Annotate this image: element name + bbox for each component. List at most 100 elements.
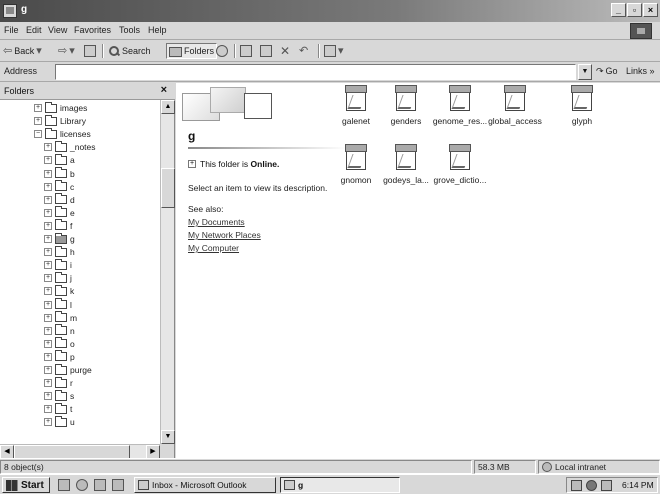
mail-icon[interactable]: [601, 479, 612, 491]
folder-tree-item[interactable]: + n: [44, 324, 75, 337]
scroll-right-button[interactable]: ▶: [146, 445, 160, 459]
expand-icon[interactable]: +: [44, 208, 52, 217]
my-computer-link[interactable]: My Computer: [188, 243, 239, 253]
menu-view[interactable]: View: [48, 25, 67, 35]
folder-tree-item[interactable]: + j: [44, 271, 72, 284]
expand-icon[interactable]: +: [44, 248, 52, 257]
folder-tree-item[interactable]: + i: [44, 258, 72, 271]
folder-tree-vertical-scrollbar[interactable]: ▲ ▼: [160, 100, 175, 444]
folder-tree-item[interactable]: + m: [44, 311, 77, 324]
scroll-down-button[interactable]: ▼: [161, 430, 175, 444]
address-input[interactable]: [55, 64, 576, 80]
expand-icon[interactable]: +: [44, 418, 52, 427]
expand-icon[interactable]: +: [44, 392, 52, 401]
expand-icon[interactable]: +: [44, 221, 52, 230]
folder-tree-item[interactable]: + b: [44, 167, 75, 180]
folder-tree-item[interactable]: + _notes: [44, 140, 96, 153]
go-button[interactable]: ↷ Go: [596, 66, 618, 77]
expand-icon[interactable]: +: [44, 274, 52, 283]
expand-icon[interactable]: +: [44, 313, 52, 322]
forward-dropdown-icon[interactable]: ▾: [69, 45, 75, 57]
folder-tree-item[interactable]: + g: [44, 232, 75, 245]
menu-help[interactable]: Help: [148, 25, 167, 35]
folder-tree-item[interactable]: + o: [44, 337, 75, 350]
file-item[interactable]: global_access: [480, 85, 550, 135]
back-dropdown-icon[interactable]: ▾: [36, 45, 42, 57]
expand-icon[interactable]: +: [44, 235, 52, 243]
internet-explorer-icon[interactable]: [76, 479, 88, 491]
expand-icon[interactable]: +: [44, 366, 52, 374]
folder-tree-item[interactable]: + f: [44, 219, 72, 232]
expand-icon[interactable]: +: [34, 104, 42, 112]
folder-tree-item[interactable]: + s: [44, 389, 74, 402]
menu-file[interactable]: File: [4, 25, 19, 35]
expand-icon[interactable]: +: [44, 352, 52, 361]
antivirus-icon[interactable]: [586, 479, 597, 491]
folder-tree-item[interactable]: + purge: [44, 363, 92, 376]
close-button[interactable]: ×: [643, 3, 658, 17]
my-documents-link[interactable]: My Documents: [188, 217, 245, 227]
expand-icon[interactable]: +: [44, 339, 52, 348]
expand-icon[interactable]: +: [44, 300, 52, 309]
folder-tree-item[interactable]: + r: [44, 376, 73, 389]
expand-icon[interactable]: +: [44, 182, 52, 191]
minimize-button[interactable]: _: [611, 3, 626, 17]
links-button[interactable]: Links »: [626, 66, 655, 76]
folder-tree-item[interactable]: + h: [44, 245, 75, 258]
media-player-icon[interactable]: [112, 479, 124, 491]
forward-button[interactable]: ⇨ ▾: [58, 43, 75, 59]
file-item[interactable]: glyph: [547, 85, 617, 135]
network-icon[interactable]: [571, 479, 582, 491]
expand-icon[interactable]: +: [44, 287, 52, 296]
folders-button[interactable]: Folders: [166, 43, 218, 59]
scroll-up-button[interactable]: ▲: [161, 100, 175, 114]
delete-button[interactable]: ✕: [280, 43, 290, 59]
expand-icon[interactable]: +: [44, 169, 52, 178]
folder-tree-item[interactable]: + k: [44, 284, 74, 297]
my-network-places-link[interactable]: My Network Places: [188, 230, 261, 240]
folder-tree-item[interactable]: + d: [44, 193, 75, 206]
taskbar-explorer-button[interactable]: g: [280, 477, 400, 493]
copy-to-button[interactable]: [260, 43, 272, 59]
expand-icon[interactable]: +: [44, 326, 52, 335]
folder-tree-item[interactable]: + a: [44, 153, 75, 166]
address-dropdown-button[interactable]: ▼: [578, 64, 592, 80]
folder-tree-item[interactable]: + c: [44, 180, 74, 193]
folder-tree-horizontal-scrollbar[interactable]: ◀ ▶: [0, 444, 160, 459]
folder-tree-item[interactable]: + p: [44, 350, 75, 363]
undo-button[interactable]: ↶: [299, 43, 308, 59]
expand-icon[interactable]: −: [34, 130, 42, 139]
folder-tree-item[interactable]: + u: [44, 415, 75, 428]
expand-icon[interactable]: +: [44, 405, 52, 414]
scroll-left-button[interactable]: ◀: [0, 445, 14, 459]
views-button[interactable]: ▾: [324, 43, 344, 59]
expand-icon[interactable]: +: [44, 195, 52, 204]
search-button[interactable]: Search: [108, 43, 151, 59]
expand-icon[interactable]: +: [44, 156, 52, 165]
outlook-icon[interactable]: [94, 479, 106, 491]
move-to-button[interactable]: [240, 43, 252, 59]
history-button[interactable]: [216, 43, 228, 59]
menu-edit[interactable]: Edit: [26, 25, 42, 35]
taskbar-outlook-button[interactable]: Inbox - Microsoft Outlook: [134, 477, 276, 493]
folder-tree-item[interactable]: + t: [44, 402, 72, 415]
views-dropdown-icon[interactable]: ▾: [338, 45, 344, 57]
start-button[interactable]: Start: [2, 477, 50, 493]
expand-icon[interactable]: +: [44, 261, 52, 270]
menu-favorites[interactable]: Favorites: [74, 25, 111, 35]
clock[interactable]: 6:14 PM: [622, 480, 654, 490]
back-button[interactable]: ⇦ Back ▾: [3, 43, 42, 59]
folder-tree-item[interactable]: + images: [34, 101, 87, 114]
close-folders-button[interactable]: ×: [161, 84, 167, 96]
show-desktop-icon[interactable]: [58, 479, 70, 491]
expand-icon[interactable]: +: [188, 160, 196, 168]
file-item[interactable]: grove_dictio...: [425, 144, 495, 194]
expand-icon[interactable]: +: [44, 143, 52, 152]
expand-icon[interactable]: +: [34, 117, 42, 126]
up-folder-button[interactable]: [84, 43, 96, 59]
maximize-button[interactable]: ▫: [627, 3, 642, 17]
folder-tree-item[interactable]: + Library: [34, 114, 86, 127]
vertical-scroll-thumb[interactable]: [161, 168, 175, 208]
folder-tree-item[interactable]: − licenses: [34, 127, 91, 140]
folder-tree-item[interactable]: + e: [44, 206, 75, 219]
